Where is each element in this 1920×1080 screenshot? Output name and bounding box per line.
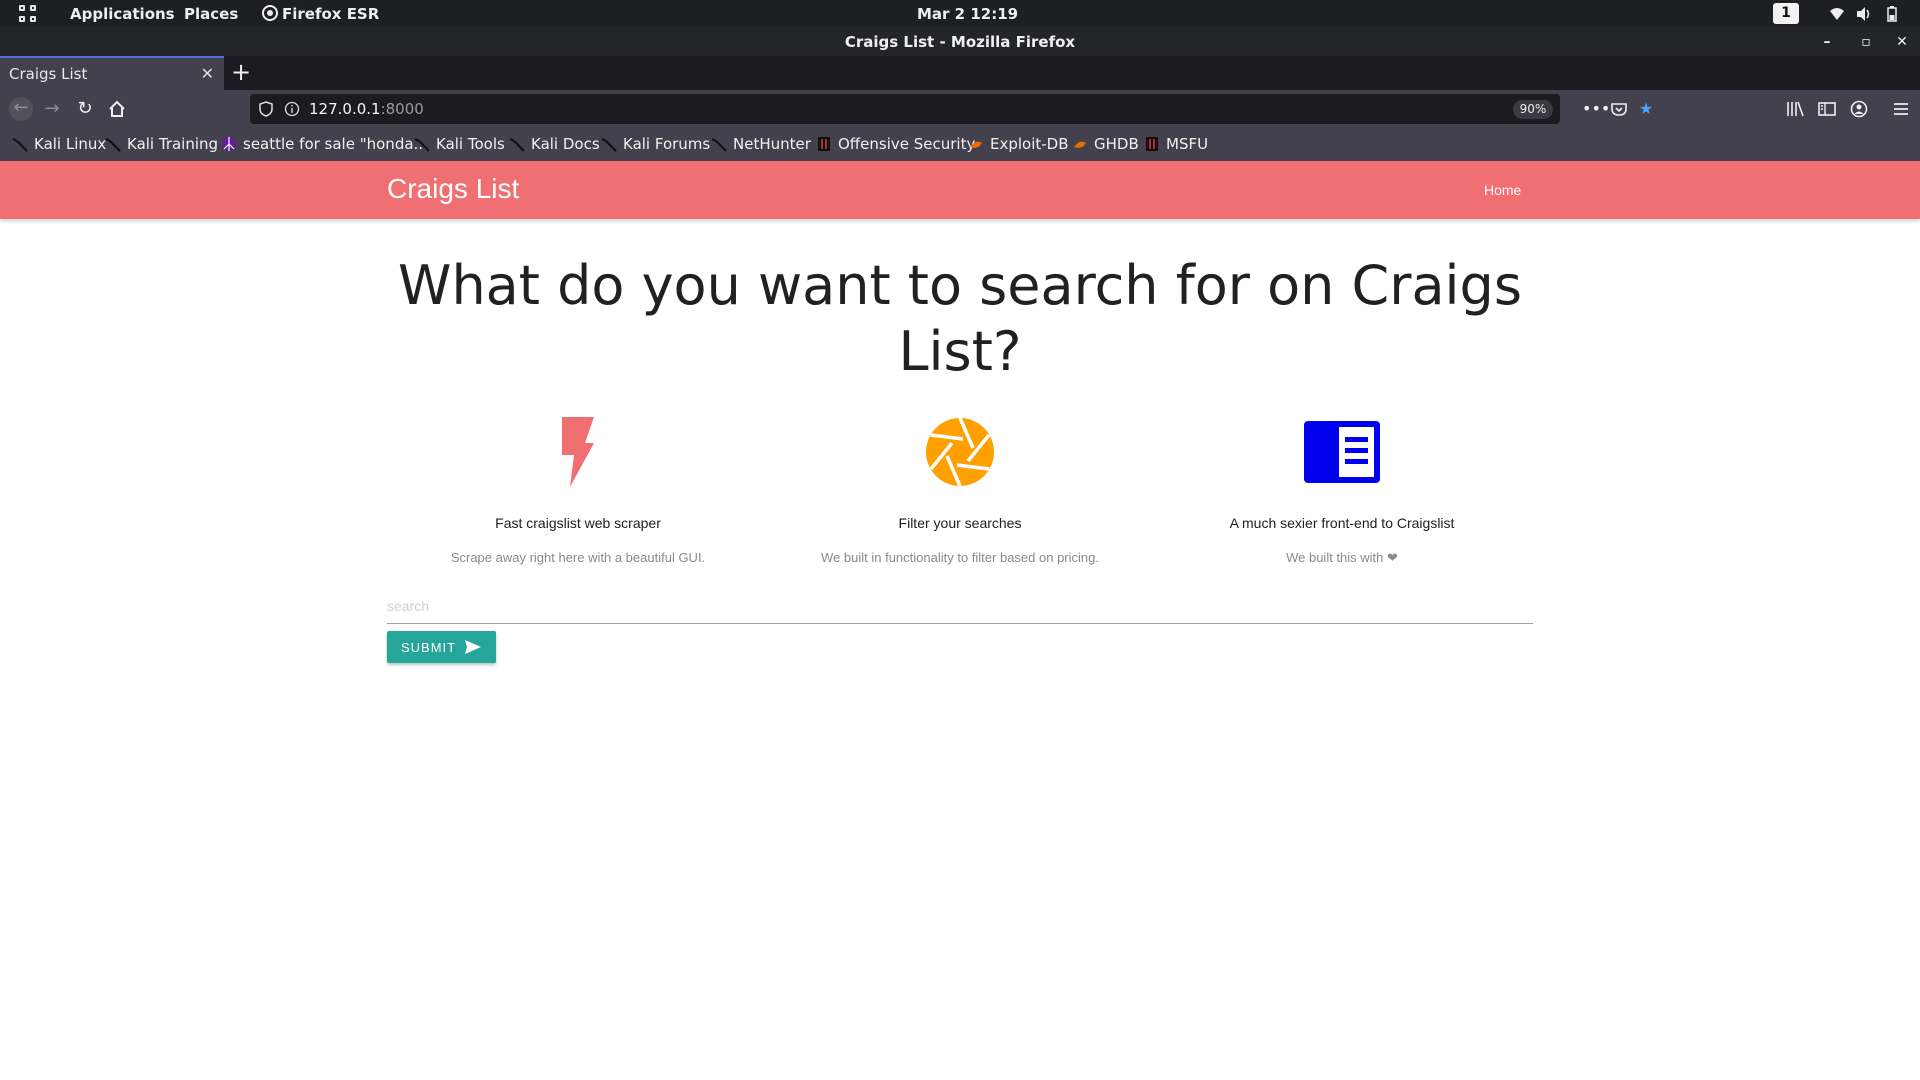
feature-fast-scraper: Fast craigslist web scraper Scrape away … <box>398 407 758 565</box>
feature-description: Scrape away right here with a beautiful … <box>450 550 706 565</box>
back-icon[interactable]: ← <box>9 97 33 121</box>
applications-menu[interactable]: Applications <box>70 5 175 23</box>
bookmark-exploit-db[interactable]: Exploit-DB <box>968 135 1069 153</box>
bookmark-offensive-security[interactable]: Offensive Security <box>816 135 975 153</box>
wifi-icon[interactable] <box>1828 5 1846 23</box>
submit-label: SUBMIT <box>401 639 457 655</box>
feature-title: Fast craigslist web scraper <box>495 515 661 531</box>
feature-description: We built this with ❤ <box>1286 550 1398 565</box>
new-tab-icon[interactable]: + <box>231 58 251 86</box>
kali-dragon-icon <box>12 137 28 152</box>
window-title: Craigs List - Mozilla Firefox <box>844 33 1076 51</box>
bookmark-label: GHDB <box>1094 135 1139 153</box>
bookmark-label: seattle for sale "honda... <box>243 135 428 153</box>
feature-filter-searches: Filter your searches We built in functio… <box>780 407 1140 565</box>
firefox-taskbar-label: Firefox ESR <box>282 5 380 23</box>
places-menu[interactable]: Places <box>184 5 238 23</box>
bookmark-kali-linux[interactable]: Kali Linux <box>12 135 106 153</box>
exploitdb-icon <box>1074 141 1086 148</box>
bookmark-label: Kali Training <box>127 135 219 153</box>
bookmark-nethunter[interactable]: NetHunter <box>711 135 811 153</box>
bookmarks-toolbar: Kali Linux Kali Training seattle for sal… <box>0 128 1920 161</box>
bookmark-label: Kali Linux <box>34 135 107 153</box>
navigation-toolbar: ← → ↻ 127.0.0.1:8000 90% ••• ★ <box>0 90 1920 128</box>
volume-icon[interactable] <box>1855 5 1873 23</box>
url-host: 127.0.0.1 <box>309 100 381 118</box>
send-icon <box>465 640 481 654</box>
site-navbar: Craigs List Home <box>0 161 1920 219</box>
workspace-indicator[interactable]: 1 <box>1773 3 1799 24</box>
pocket-icon[interactable] <box>1610 100 1628 118</box>
bookmark-ghdb[interactable]: GHDB <box>1072 135 1139 153</box>
bookmark-kali-tools[interactable]: Kali Tools <box>414 135 505 153</box>
feature-description: We built in functionality to filter base… <box>821 550 1099 565</box>
kali-dragon-icon <box>601 137 617 152</box>
account-icon[interactable] <box>1849 99 1869 119</box>
close-tab-icon[interactable]: ✕ <box>201 64 214 83</box>
tracking-shield-icon[interactable] <box>258 101 274 117</box>
page-headline: What do you want to search for on Craigs… <box>398 254 1522 383</box>
feature-title: Filter your searches <box>898 515 1022 531</box>
clock[interactable]: Mar 2 12:19 <box>917 5 1018 23</box>
close-window-icon[interactable]: ✕ <box>1893 33 1911 51</box>
reload-icon[interactable]: ↻ <box>74 98 96 120</box>
url-text[interactable]: 127.0.0.1:8000 <box>309 100 424 118</box>
firefox-taskbar-item[interactable]: Firefox ESR <box>262 5 379 23</box>
lightning-bolt-icon <box>562 417 594 487</box>
hamburger-menu-icon[interactable] <box>1891 99 1911 119</box>
home-icon[interactable] <box>106 98 128 120</box>
feature-sexier-frontend: A much sexier front-end to Craigslist We… <box>1162 407 1522 566</box>
bookmark-label: Kali Docs <box>531 135 600 153</box>
offsec-icon <box>818 137 830 151</box>
bookmark-kali-training[interactable]: Kali Training <box>105 135 218 153</box>
offsec-icon <box>1146 137 1158 151</box>
submit-button[interactable]: SUBMIT <box>387 631 496 663</box>
bookmark-kali-forums[interactable]: Kali Forums <box>601 135 710 153</box>
bookmark-label: Kali Forums <box>623 135 711 153</box>
maximize-icon[interactable]: ▫ <box>1857 33 1875 51</box>
library-icon[interactable] <box>1785 99 1805 119</box>
site-info-icon[interactable] <box>284 101 300 117</box>
bookmark-seattle-for-sale[interactable]: seattle for sale "honda... <box>221 135 428 153</box>
bookmark-label: Exploit-DB <box>990 135 1069 153</box>
bookmark-label: NetHunter <box>733 135 811 153</box>
kali-dragon-icon <box>414 137 430 152</box>
kali-dragon-icon <box>105 137 121 152</box>
search-input[interactable] <box>387 588 1533 624</box>
forward-icon[interactable]: → <box>41 98 63 120</box>
bookmark-msfu[interactable]: MSFU <box>1144 135 1208 153</box>
tab-label: Craigs List <box>9 65 88 83</box>
craigslist-peace-icon <box>222 137 236 151</box>
app-grid-icon[interactable] <box>19 5 37 23</box>
tab-strip: Craigs List ✕ + <box>0 56 1920 90</box>
firefox-icon <box>262 5 278 21</box>
feature-title: A much sexier front-end to Craigslist <box>1229 515 1455 531</box>
chrome-reader-mode-icon <box>1304 421 1380 483</box>
sidebar-icon[interactable] <box>1817 99 1837 119</box>
bookmark-star-icon[interactable]: ★ <box>1637 100 1655 118</box>
tab-craigs-list[interactable]: Craigs List ✕ <box>0 56 224 90</box>
kali-dragon-icon <box>509 137 525 152</box>
bookmark-label: MSFU <box>1166 135 1209 153</box>
minimize-icon[interactable]: – <box>1818 33 1836 51</box>
desktop-top-bar: Applications Places Firefox ESR Mar 2 12… <box>0 0 1920 27</box>
zoom-level-badge[interactable]: 90% <box>1513 100 1553 119</box>
bookmark-label: Offensive Security <box>838 135 976 153</box>
bookmark-label: Kali Tools <box>436 135 505 153</box>
page-actions-icon[interactable]: ••• <box>1582 100 1610 118</box>
battery-icon[interactable] <box>1883 5 1901 23</box>
camera-aperture-icon <box>926 417 994 487</box>
url-port: :8000 <box>380 100 424 118</box>
window-title-bar: Craigs List - Mozilla Firefox – ▫ ✕ <box>0 27 1920 56</box>
nav-home-link[interactable]: Home <box>1484 182 1521 198</box>
url-bar[interactable]: 127.0.0.1:8000 90% ••• ★ <box>250 94 1653 124</box>
exploitdb-icon <box>970 141 982 148</box>
bookmark-kali-docs[interactable]: Kali Docs <box>509 135 600 153</box>
kali-dragon-icon <box>711 137 727 152</box>
web-page: Craigs List Home What do you want to sea… <box>0 161 1920 1080</box>
brand-logo[interactable]: Craigs List <box>387 173 519 205</box>
